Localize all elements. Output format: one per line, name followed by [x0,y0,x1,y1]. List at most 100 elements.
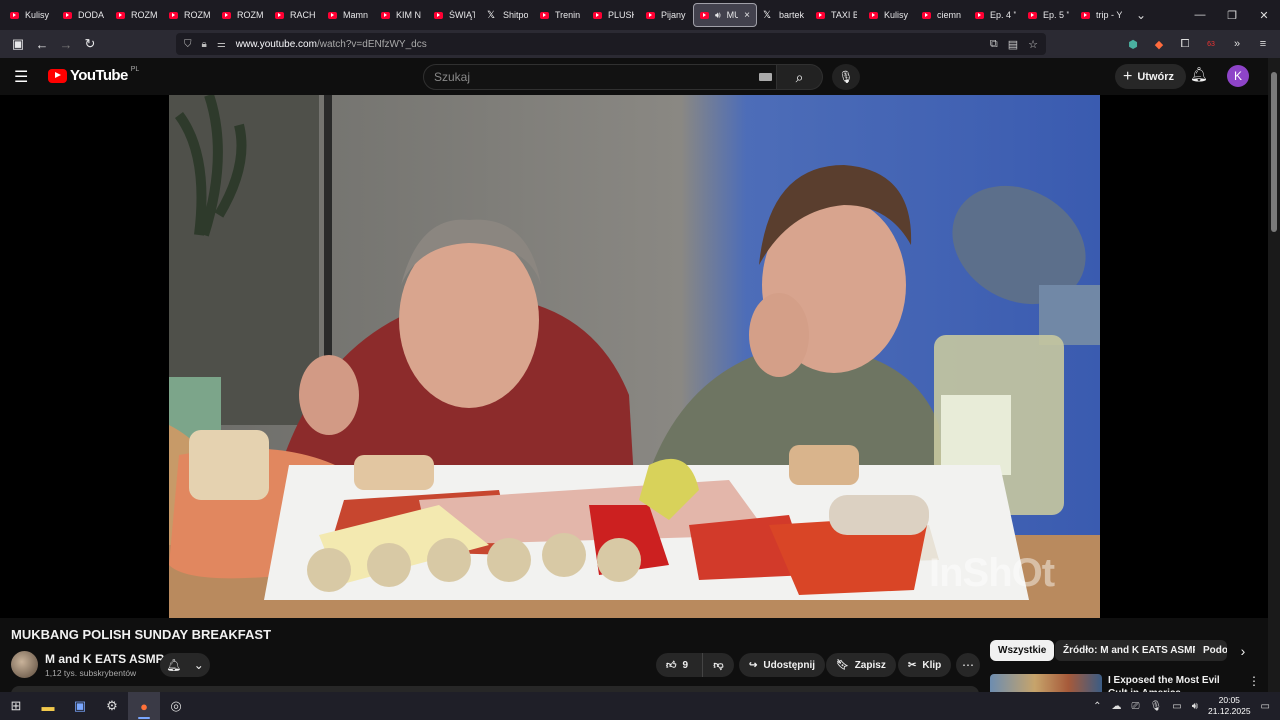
windows-start-icon[interactable]: ⊞ [0,692,32,720]
share-button[interactable]: ↪ Udostępnij [739,653,826,677]
x-icon: 𝕏 [487,9,496,21]
reload-icon[interactable]: ↻ [78,32,102,56]
notifications-bell-icon[interactable]: 🔔︎ [1190,66,1208,83]
notifications-icon[interactable]: ▭ [1261,701,1270,712]
network-icon[interactable]: ⎚ [1132,701,1140,712]
youtube-icon [646,11,655,19]
browser-tab[interactable]: Mamn [322,3,375,27]
back-icon[interactable]: ← [30,32,54,56]
file-explorer-icon[interactable]: ▬ [32,692,64,720]
country-code: PL [130,66,140,73]
recommended-video-title[interactable]: I Exposed the Most Evil Cult in America [1108,674,1238,692]
search-input[interactable] [423,64,777,90]
dislike-button[interactable]: 👎︎ [702,653,734,677]
browser-tab[interactable]: 𝕏bartek [757,3,810,27]
like-button[interactable]: 👍︎ 9 [656,653,702,677]
app-icon[interactable]: ◎ [160,692,192,720]
os-taskbar: ⊞ ▬ ▣ ⚙ ● ◎ ⌃ ☁ ⎚ 🎙︎ ▭ 🔊︎ 20:05 21.12.20… [0,692,1280,720]
browser-tab[interactable]: 🔊︎ MU × [693,3,757,27]
browser-tab[interactable]: KIM N [375,3,428,27]
create-button[interactable]: + Utwórz [1115,64,1187,89]
url-text[interactable]: www.youtube.com/watch?v=dENfzWY_dcs [236,39,427,50]
lock-icon[interactable]: 🔒︎ [202,39,207,50]
reader-view-icon[interactable]: ▤ [1008,38,1018,51]
browser-tab[interactable]: TAXI B [810,3,863,27]
more-actions-icon[interactable]: ⋯ [956,653,980,677]
system-clock[interactable]: 20:05 21.12.2025 [1208,695,1251,717]
video-player[interactable]: InShOt [0,95,1268,618]
channel-name[interactable]: M and K EATS ASMR [45,652,164,666]
extension-badge-icon[interactable]: 63 [1202,41,1220,48]
app-menu-icon[interactable]: ≡ [1254,38,1272,50]
pip-icon[interactable]: ⧉ [990,38,998,51]
browser-tab-strip: Kulisy j DODA ROZM ROZM ROZM RACH Mamn KIM N ŚWI… [0,0,1280,30]
browser-tab[interactable]: ŚWIĄT [428,3,481,27]
desktop-app-icon[interactable]: ▣ [64,692,96,720]
browser-tab[interactable]: ROZM [110,3,163,27]
recommended-video-thumbnail[interactable] [990,674,1102,692]
youtube-icon [275,11,284,19]
browser-tab-label: Ep. 5 " [1043,10,1069,20]
search-button[interactable]: ⌕ [777,64,823,90]
permissions-icon[interactable]: ⚌ [217,39,226,50]
firefox-icon[interactable]: ● [128,692,160,720]
voice-search-mic-icon[interactable]: 🎙︎ [832,64,860,90]
browser-tab[interactable]: ROZM [163,3,216,27]
mic-tray-icon[interactable]: 🎙︎ [1150,701,1163,712]
shield-icon[interactable]: ⛉ [184,39,192,50]
save-label: Zapisz [854,659,886,671]
chip-all[interactable]: Wszystkie [990,640,1055,661]
browser-tab[interactable]: Pijany [640,3,693,27]
channel-avatar[interactable] [11,651,38,678]
youtube-icon [922,11,931,19]
search-icon: ⌕ [795,68,804,85]
overflow-menu-icon[interactable]: » [1228,38,1246,50]
browser-tab[interactable]: ROZM [216,3,269,27]
browser-tab[interactable]: trip - Y [1075,3,1128,27]
browser-tab-label: Pijany [661,10,686,20]
browser-tab[interactable]: Kulisy j [4,3,57,27]
youtube-icon [222,11,231,19]
page-scrollbar[interactable] [1268,58,1280,692]
close-window-icon[interactable]: ✕ [1248,0,1280,30]
browser-tab[interactable]: RACH [269,3,322,27]
browser-tab[interactable]: DODA [57,3,110,27]
extensions-puzzle-icon[interactable]: ⧠ [1176,38,1194,51]
browser-tab[interactable]: ciemn [916,3,969,27]
clip-button[interactable]: ✂ Klip [898,653,952,677]
tab-list-chevron-icon[interactable]: ⌄ [1128,8,1154,22]
sidebar-toggle-icon[interactable]: ▣ [6,32,30,56]
chevron-right-icon[interactable]: › [1233,640,1253,661]
steam-icon[interactable]: ⚙ [96,692,128,720]
cloud-icon[interactable]: ☁ [1112,701,1122,712]
extension-shield-icon[interactable]: ⬢ [1124,38,1142,51]
chip-similar[interactable]: Podo [1195,640,1227,661]
save-button[interactable]: 🔖︎ Zapisz [826,653,896,677]
url-bar[interactable]: ⛉ 🔒︎ ⚌ www.youtube.com/watch?v=dENfzWY_d… [176,33,1046,55]
youtube-logo[interactable]: YouTube PL [48,66,140,84]
browser-tab[interactable]: Kulisy [863,3,916,27]
browser-tab[interactable]: Trenin [534,3,587,27]
tab-close-icon[interactable]: × [744,10,750,21]
hamburger-menu-icon[interactable]: ☰ [14,67,34,87]
keyboard-icon[interactable] [759,73,772,81]
volume-icon[interactable]: 🔊︎ [1192,701,1198,712]
tab-audio-icon[interactable]: 🔊︎ [715,10,721,21]
display-icon[interactable]: ▭ [1172,701,1181,712]
forward-icon[interactable]: → [54,32,78,56]
scrollbar-thumb[interactable] [1271,72,1277,232]
browser-tab[interactable]: PLUSK [587,3,640,27]
video-frame[interactable]: InShOt [169,95,1100,618]
browser-tab[interactable]: Ep. 5 " [1022,3,1075,27]
kebab-menu-icon[interactable]: ⋮ [1248,674,1260,688]
restore-icon[interactable]: ❐ [1216,0,1248,30]
bookmark-star-icon[interactable]: ☆ [1028,38,1038,51]
subscription-notifications-button[interactable]: 🔔︎ ⌄ [160,653,210,677]
tray-overflow-icon[interactable]: ⌃ [1093,701,1101,712]
browser-tab[interactable]: Ep. 4 " [969,3,1022,27]
browser-tab[interactable]: 𝕏 Shitpo [481,3,534,27]
minimize-icon[interactable]: — [1184,0,1216,30]
extension-fox-icon[interactable]: ◆ [1150,38,1168,51]
chip-source[interactable]: Źródło: M and K EATS ASMR [1055,640,1208,661]
user-avatar[interactable]: K [1227,65,1249,87]
